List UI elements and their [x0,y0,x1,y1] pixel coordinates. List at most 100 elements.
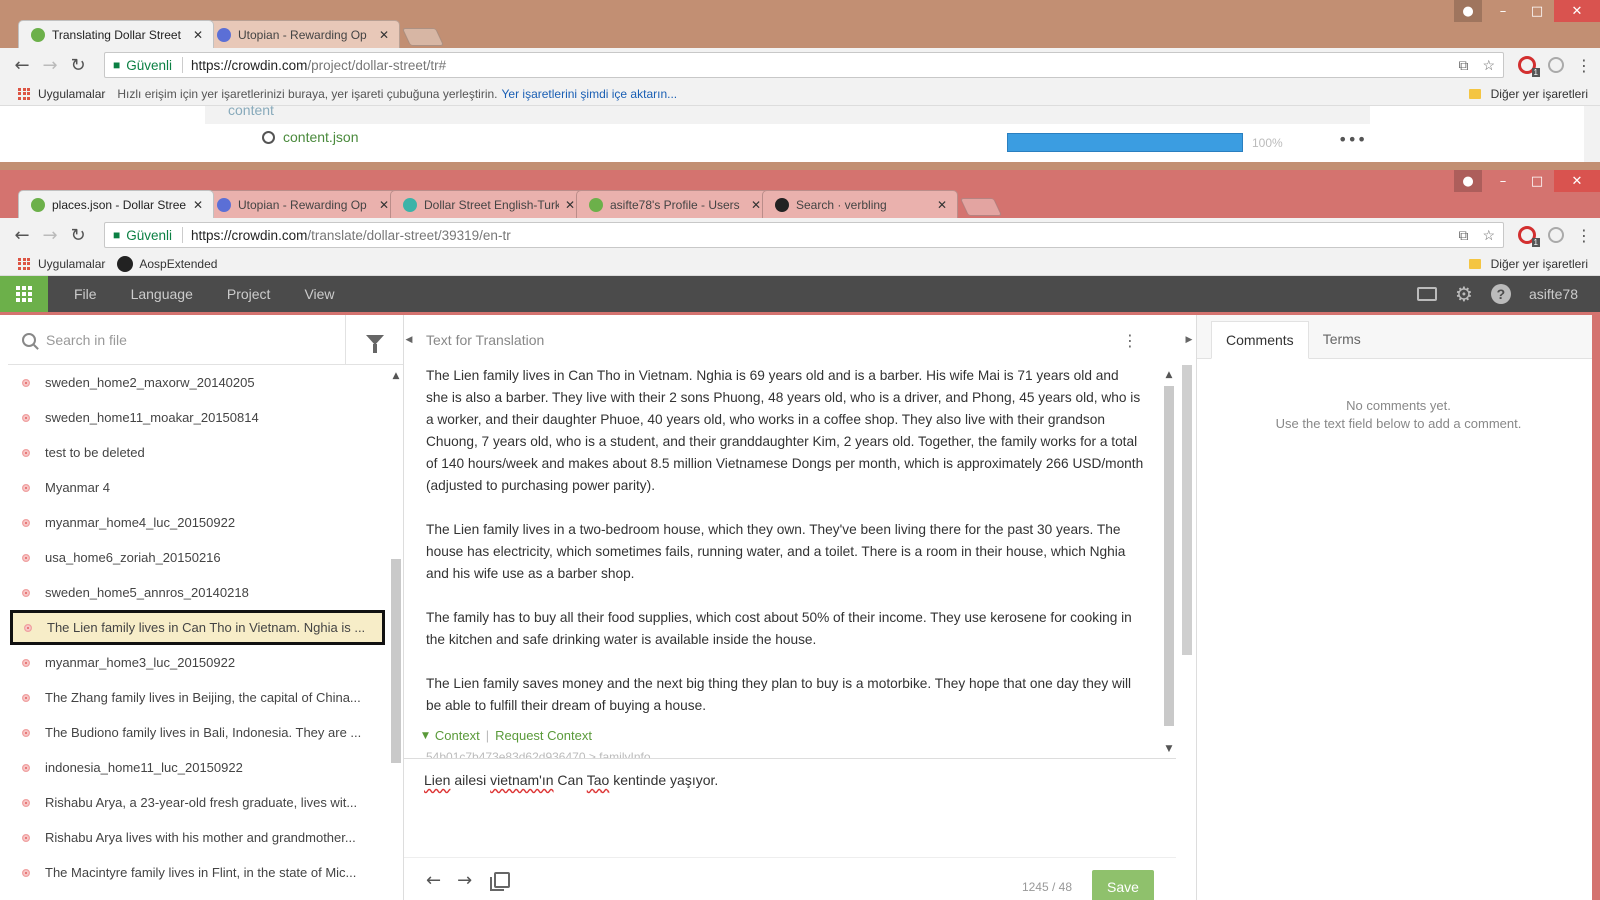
forward-arrow-icon[interactable]: → [36,221,64,249]
translate-icon[interactable]: ⧉ [1458,57,1468,74]
menu-file[interactable]: File [74,286,97,302]
copy-source-icon[interactable] [490,872,511,891]
profile-icon[interactable]: ● [1454,0,1482,22]
request-context-link[interactable]: Request Context [495,728,592,743]
tab-dollar-street-english-turkish[interactable]: Dollar Street English-Turk ✕ [390,190,586,218]
tab-terms[interactable]: Terms [1309,320,1375,358]
close-window-button[interactable]: ✕ [1554,170,1600,192]
tab-close-icon[interactable]: ✕ [379,198,389,212]
save-button[interactable]: Save [1092,870,1154,900]
other-bookmarks[interactable]: Diğer yer işaretleri [1468,257,1588,271]
close-window-button[interactable]: ✕ [1554,0,1600,22]
tab-profile[interactable]: asifte78's Profile - Users ✕ [576,190,772,218]
string-list-scrollbar[interactable]: ▲ [389,365,403,900]
content-folder[interactable]: content [228,102,274,118]
gear-icon[interactable]: ⚙ [1455,282,1473,306]
string-list-item[interactable]: The Macintyre family lives in Flint, in … [8,855,388,890]
tab-close-icon[interactable]: ✕ [193,198,203,212]
back-tab-utopian[interactable]: Utopian - Rewarding Op ✕ [204,20,400,48]
menu-view[interactable]: View [304,286,334,302]
opera-extension-icon[interactable] [1518,226,1541,247]
filter-button[interactable] [345,314,403,365]
string-list-item[interactable]: Rishabu Arya, a 23-year-old fresh gradua… [8,785,388,820]
new-tab-button[interactable] [401,28,445,46]
extension-circle-icon[interactable] [1548,57,1564,73]
other-bookmarks[interactable]: Diğer yer işaretleri [1468,87,1588,101]
caret-down-icon[interactable]: ▼ [422,731,429,741]
tab-close-icon[interactable]: ✕ [193,28,203,42]
string-list-item[interactable]: usa_home6_zoriah_20150216 [8,540,388,575]
tab-close-icon[interactable]: ✕ [937,198,947,212]
more-options-icon[interactable]: ••• [1338,130,1366,149]
maximize-button[interactable]: □ [1520,0,1554,22]
maximize-button[interactable]: □ [1520,170,1554,192]
string-list-item[interactable]: Rishabu Arya lives with his mother and g… [8,820,388,855]
import-bookmarks-link[interactable]: Yer işaretlerini şimdi içe aktarın... [502,87,678,101]
tab-utopian[interactable]: Utopian - Rewarding Op ✕ [204,190,400,218]
tab-comments[interactable]: Comments [1211,321,1309,359]
keyboard-icon[interactable] [1417,287,1438,301]
file-row[interactable]: content.json [262,129,359,145]
scroll-up-icon[interactable]: ▲ [1162,370,1176,380]
string-list-item[interactable]: The Budiono family lives in Bali, Indone… [8,715,388,750]
string-list-item[interactable]: test to be deleted [8,435,388,470]
opera-extension-icon[interactable] [1518,56,1541,77]
apps-bookmark[interactable]: Uygulamalar [38,87,105,101]
minimize-button[interactable]: – [1486,170,1520,192]
scroll-up-icon[interactable]: ▲ [389,371,403,381]
string-list-item[interactable]: indonesia_home11_luc_20150922 [8,750,388,785]
string-list-item[interactable]: myanmar_home4_luc_20150922 [8,505,388,540]
bookmark-aospextended[interactable]: AospExtended [139,257,217,271]
address-bar[interactable]: ■ Güvenli https://crowdin.com /project/d… [104,52,1504,78]
scroll-thumb[interactable] [1182,365,1192,655]
tab-search-verbling[interactable]: Search · verbling ✕ [762,190,958,218]
string-list-item[interactable]: The Lien family lives in Can Tho in Viet… [10,610,385,645]
translate-icon[interactable]: ⧉ [1458,227,1468,244]
source-scrollbar[interactable]: ▲ ▼ [1162,370,1176,754]
menu-project[interactable]: Project [227,286,271,302]
reload-icon[interactable]: ↻ [64,221,92,249]
username[interactable]: asifte78 [1529,286,1578,302]
previous-arrow-icon[interactable]: ← [426,870,441,891]
string-list-item[interactable]: The Zhang family lives in Beijing, the c… [8,680,388,715]
tab-close-icon[interactable]: ✕ [751,198,761,212]
back-tab-translating[interactable]: Translating Dollar Street ✕ [18,20,214,48]
back-arrow-icon[interactable]: ← [8,221,36,249]
reload-icon[interactable]: ↻ [64,51,92,79]
more-options-icon[interactable]: ⋮ [1122,331,1138,350]
scrollbar[interactable] [1584,106,1600,162]
extension-circle-icon[interactable] [1548,227,1564,243]
scroll-down-icon[interactable]: ▼ [1162,744,1176,754]
menu-language[interactable]: Language [131,286,193,302]
back-arrow-icon[interactable]: ← [8,51,36,79]
star-icon[interactable]: ☆ [1482,57,1495,74]
tab-close-icon[interactable]: ✕ [379,28,389,42]
browser-menu-icon[interactable]: ⋮ [1576,226,1592,245]
apps-bookmark[interactable]: Uygulamalar [38,257,105,271]
collapse-left-icon[interactable]: ◀ [404,315,414,365]
profile-icon[interactable]: ● [1454,170,1482,192]
star-icon[interactable]: ☆ [1482,227,1495,244]
string-list-item[interactable]: Myanmar 4 [8,470,388,505]
app-menu-button[interactable] [0,276,48,312]
address-bar[interactable]: ■ Güvenli https://crowdin.com /translate… [104,222,1504,248]
minimize-button[interactable]: – [1486,0,1520,22]
panel-scrollbar[interactable] [1180,315,1194,655]
browser-menu-icon[interactable]: ⋮ [1576,56,1592,75]
forward-arrow-icon[interactable]: → [36,51,64,79]
tab-close-icon[interactable]: ✕ [565,198,575,212]
search-input[interactable] [46,331,345,348]
tab-places-json[interactable]: places.json - Dollar Stree ✕ [18,190,214,218]
translation-input[interactable]: Lien ailesi vietnam'ın Can Tao kentinde … [404,758,1176,858]
new-tab-button[interactable] [959,198,1003,216]
context-toggle[interactable]: Context [435,728,480,743]
scroll-thumb[interactable] [1164,386,1174,726]
next-arrow-icon[interactable]: → [457,870,472,891]
string-list-item[interactable]: myanmar_home3_luc_20150922 [8,645,388,680]
string-list-item[interactable]: sweden_home11_moakar_20150814 [8,400,388,435]
scroll-thumb[interactable] [391,559,401,763]
string-list-item[interactable]: sweden_home2_maxorw_20140205 [8,365,388,400]
string-list-item[interactable]: sweden_home5_annros_20140218 [8,575,388,610]
help-icon[interactable]: ? [1490,284,1511,304]
string-list-item[interactable]: liberia_home1_jeriksson_201402 [8,890,388,900]
